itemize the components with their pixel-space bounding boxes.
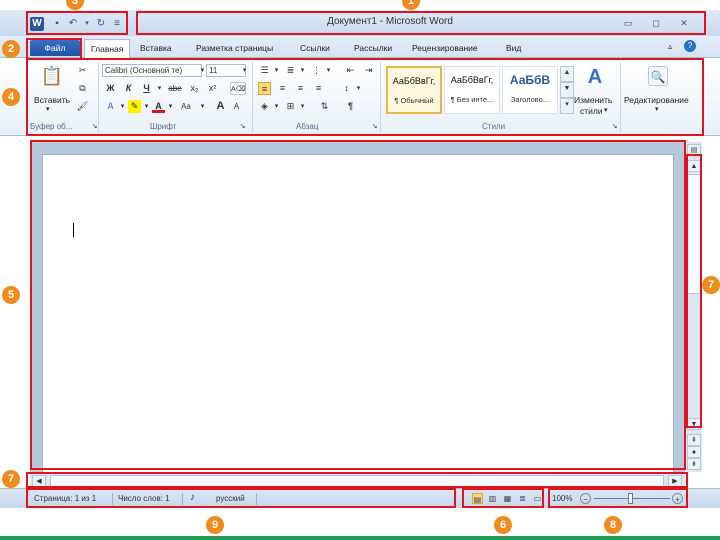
badge-5: 5 [2,286,20,304]
badge-8: 8 [604,516,622,534]
callout-zoom [548,488,688,508]
bottom-accent-line [0,536,720,540]
minimize-ribbon-icon[interactable]: ▵ [668,41,672,52]
badge-7-horizontal: 7 [2,470,20,488]
callout-document-area [30,140,686,470]
badge-1: 1 [402,0,420,10]
tab-mailings[interactable]: Рассылки [354,43,392,53]
tab-references[interactable]: Ссылки [300,43,330,53]
callout-title-bar [136,11,706,35]
tab-view[interactable]: Вид [506,43,521,53]
next-page-icon[interactable]: ⇟ [687,458,701,470]
callout-status-info [26,488,456,508]
callout-horizontal-scrollbar [26,472,688,488]
tab-review[interactable]: Рецензирование [412,43,478,53]
callout-view-buttons [462,488,544,508]
browse-object-icon[interactable]: ● [687,446,701,458]
tab-page-layout[interactable]: Разметка страницы [196,43,273,53]
callout-quick-access-toolbar [26,11,128,35]
callout-file-tab [26,38,82,60]
tab-insert[interactable]: Вставка [140,43,172,53]
badge-7-vertical: 7 [702,276,720,294]
callout-ribbon [26,58,704,136]
ribbon-tabs: Файл Главная Вставка Разметка страницы С… [0,36,720,59]
callout-vertical-scrollbar [686,154,702,428]
badge-2: 2 [2,40,20,58]
help-icon[interactable]: ? [684,40,696,52]
previous-page-icon[interactable]: ⇞ [687,434,701,446]
badge-9: 9 [206,516,224,534]
badge-4: 4 [2,88,20,106]
badge-3: 3 [66,0,84,10]
tab-home[interactable]: Главная [84,39,131,59]
badge-6: 6 [494,516,512,534]
